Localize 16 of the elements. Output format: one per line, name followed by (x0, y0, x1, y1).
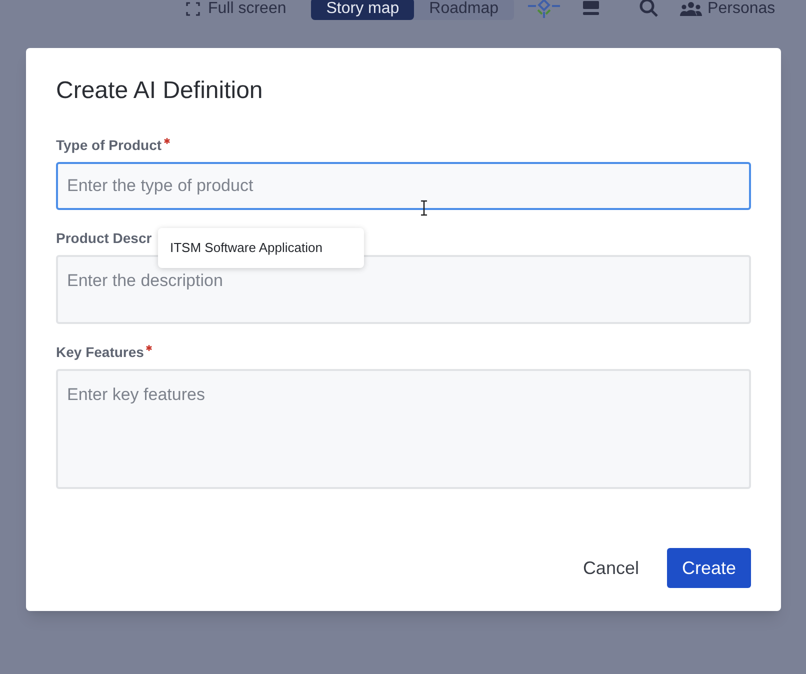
field-label: Key Features (56, 344, 144, 361)
text-area[interactable]: Enter the description (56, 255, 751, 324)
fullscreen-icon (186, 2, 200, 16)
create-button[interactable]: Create (666, 548, 751, 588)
input-field[interactable]: Enter the type of product (56, 162, 751, 210)
cancel-button[interactable]: Cancel (574, 548, 647, 588)
tooltip: ITSM Software Application (158, 228, 364, 268)
view-tab[interactable]: Story map (311, 0, 414, 20)
field-label: Type of Product (56, 137, 162, 154)
dialog-title: Create AI Definition (56, 76, 264, 106)
people-icon (680, 2, 702, 16)
search-icon[interactable] (638, 0, 660, 18)
field-label: Product Descr (56, 230, 152, 247)
text-cursor-icon (420, 200, 428, 216)
stack-icon[interactable] (582, 1, 600, 17)
text-area[interactable]: Enter key features (56, 369, 751, 489)
